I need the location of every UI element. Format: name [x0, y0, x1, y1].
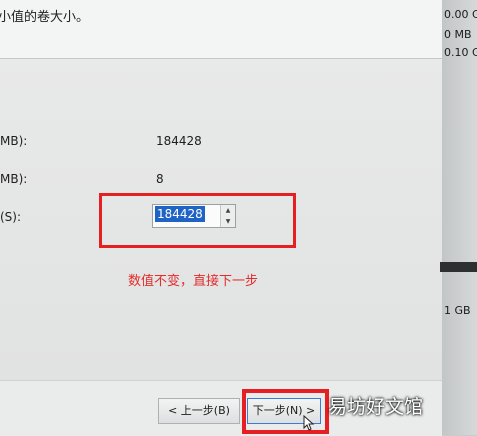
back-button[interactable]: < 上一步(B) — [158, 398, 240, 424]
background-disk-panel — [442, 0, 477, 435]
highlight-box-input — [99, 193, 296, 248]
disk-size-2: 0 MB — [444, 28, 472, 41]
min-size-value: 8 — [156, 172, 164, 186]
watermark-text: 易坊好文馆 — [328, 396, 424, 418]
max-size-label: MB): — [0, 134, 28, 148]
max-size-value: 184428 — [156, 134, 202, 148]
disk-size-1: 0.00 G — [444, 8, 477, 21]
header-instruction: 小值的卷大小。 — [0, 10, 90, 25]
highlight-box-next — [242, 389, 329, 434]
disk-size-3: 0.10 G — [444, 46, 477, 59]
disk-bar — [440, 262, 477, 272]
mouse-cursor-icon — [303, 414, 315, 435]
dialog-header: 小值的卷大小。 — [0, 0, 442, 59]
min-size-label: MB): — [0, 172, 28, 186]
annotation-text: 数值不变，直接下一步 — [128, 274, 259, 289]
volume-size-label: (S): — [0, 210, 22, 224]
volume-size-dialog: 小值的卷大小。 MB): 184428 MB): 8 (S): 184428 ▲… — [0, 0, 442, 436]
disk-size-4: 1 GB — [444, 304, 471, 317]
